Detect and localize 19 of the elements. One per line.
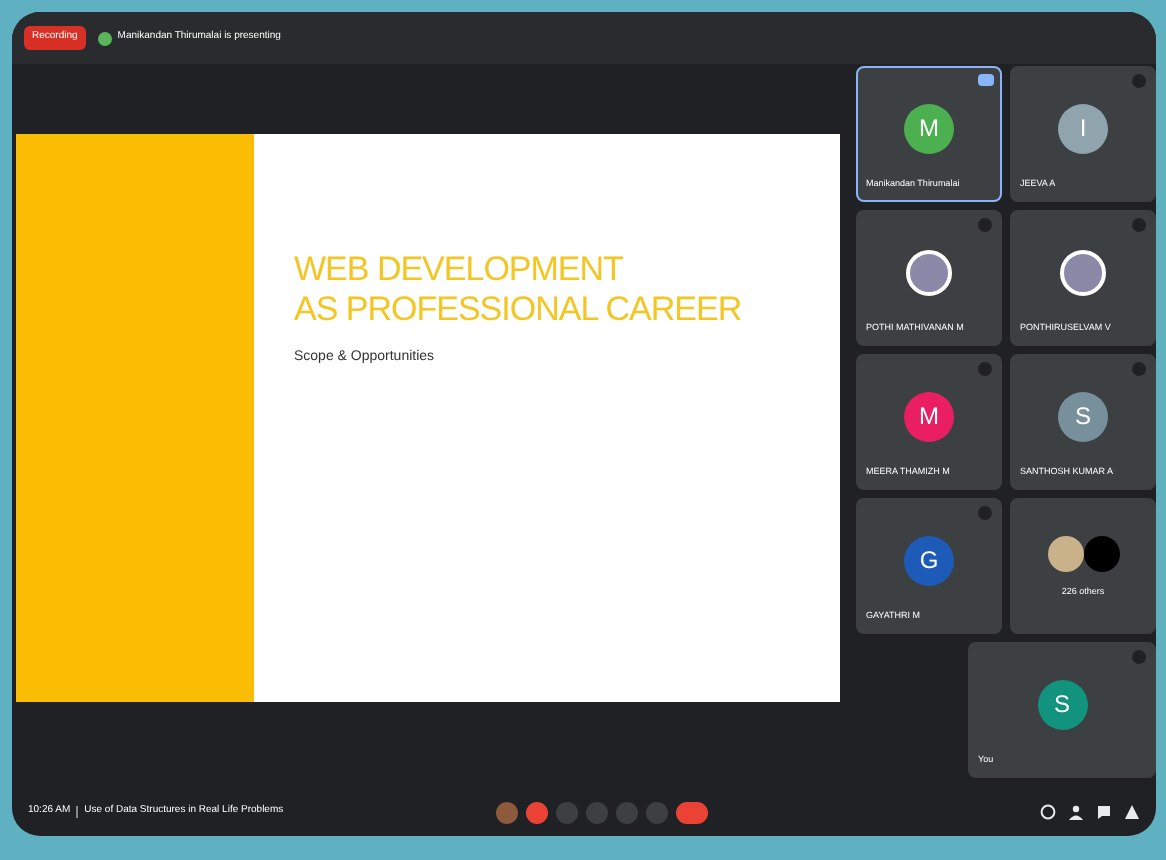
avatar: M (904, 391, 954, 441)
chat-icon[interactable] (1096, 804, 1112, 820)
leave-call-button[interactable] (676, 801, 708, 823)
photo-placeholder (1060, 249, 1106, 295)
microphone-button[interactable] (526, 801, 548, 823)
avatar: S (1058, 391, 1108, 441)
avatar: M (904, 103, 954, 153)
avatar: G (904, 535, 954, 585)
slide-title: WEB DEVELOPMENT AS PROFESSIONAL CAREER (294, 250, 742, 332)
photo-placeholder (906, 249, 952, 295)
speaking-icon (978, 74, 994, 86)
presenter-icon (97, 31, 112, 45)
activities-icon[interactable] (1124, 804, 1140, 820)
self-view-button[interactable] (496, 801, 518, 823)
avatar-group-drawing (1047, 536, 1119, 572)
info-icon[interactable] (1040, 804, 1056, 820)
avatar: I (1058, 103, 1108, 153)
avatar: S (1037, 679, 1087, 729)
people-icon[interactable] (1068, 804, 1084, 820)
